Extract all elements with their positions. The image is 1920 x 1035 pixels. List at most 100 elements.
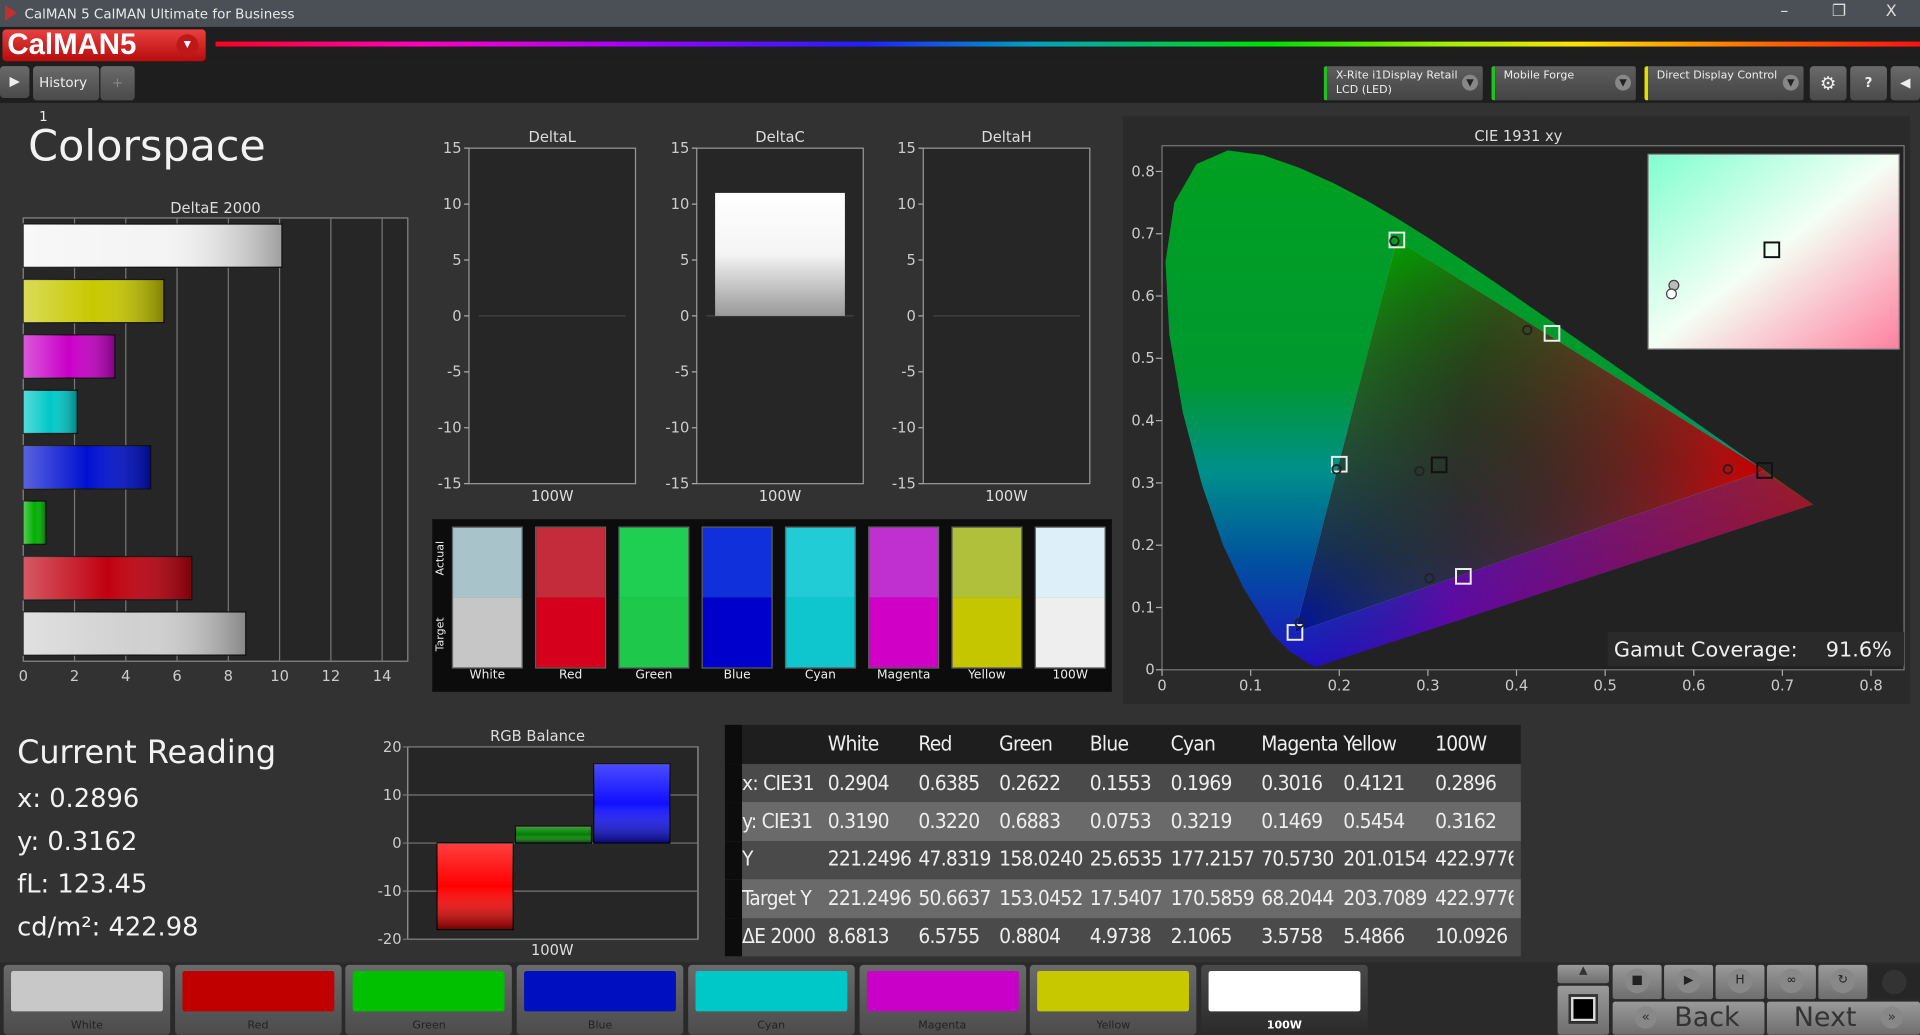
- actual-swatch: [702, 527, 772, 598]
- y-tick-label: -10: [892, 420, 916, 437]
- bar-shade: [23, 611, 246, 656]
- stop-square-icon: [1568, 994, 1598, 1024]
- deltac-chart: DeltaC 15 10 5 0 -5 -10 -15 100W: [665, 129, 864, 505]
- collapse-left-icon[interactable]: ◀: [1890, 66, 1920, 101]
- close-button[interactable]: X: [1886, 2, 1897, 20]
- table-cell: 0.1469: [1261, 809, 1323, 834]
- swatch-green[interactable]: [618, 526, 690, 669]
- calman-menu-button[interactable]: CalMAN5 ▼: [2, 29, 206, 62]
- patch-button-yellow[interactable]: Yellow: [1030, 964, 1197, 1035]
- play-icon[interactable]: ▶: [0, 66, 30, 98]
- help-icon[interactable]: ?: [1850, 66, 1887, 101]
- x-category-label: 100W: [531, 488, 574, 505]
- gear-icon[interactable]: ⚙: [1809, 66, 1847, 101]
- row-label: Y: [742, 847, 753, 873]
- patch-button-blue[interactable]: Blue: [516, 964, 684, 1035]
- x-tick-label: 10: [270, 668, 289, 685]
- cie-chart: CIE 1931 xy 0 0.1 0.2 0.3 0.4 0.5 0.6 0.7 0.8 0 0.1…: [1131, 128, 1905, 695]
- y-tick-label: -15: [438, 476, 462, 493]
- x-tick-label: 6: [172, 668, 181, 685]
- stop-measure-button[interactable]: [1557, 985, 1609, 1035]
- hold-button[interactable]: H: [1715, 964, 1765, 1000]
- chevron-down-icon: ▼: [1615, 74, 1632, 91]
- patch-label: Magenta: [918, 1020, 967, 1033]
- next-button[interactable]: Next »: [1766, 1001, 1920, 1035]
- swatch-blue[interactable]: [701, 526, 773, 669]
- table-cell: 0.2896: [1435, 771, 1497, 796]
- target-swatch: [952, 597, 1022, 668]
- reading-y: y: 0.3162: [17, 826, 138, 856]
- y-tick-label: -15: [892, 476, 916, 493]
- chart-title: DeltaL: [529, 129, 577, 146]
- next-label: Next: [1793, 1002, 1857, 1034]
- y-tick-label: -5: [675, 364, 690, 381]
- y-tick-label: 0.1: [1131, 599, 1154, 616]
- patch-color: [1208, 971, 1361, 1012]
- restore-button[interactable]: ❐: [1832, 2, 1846, 20]
- swatch-yellow[interactable]: [951, 526, 1023, 669]
- swatch-label: Cyan: [804, 668, 836, 683]
- bar-shade: [437, 843, 514, 930]
- table-cell: 10.0926: [1435, 924, 1508, 950]
- swatch-cyan[interactable]: [784, 526, 856, 669]
- inset-measured-marker: [1665, 288, 1677, 300]
- table-cell: 0.6883: [999, 809, 1061, 834]
- refresh-button[interactable]: ↻: [1818, 964, 1868, 1000]
- rainbow-bar: [215, 41, 1920, 47]
- up-icon[interactable]: ▲: [1557, 964, 1609, 984]
- table-cell: 203.7089: [1343, 886, 1427, 911]
- y-tick-label: 5: [680, 252, 689, 269]
- minimize-button[interactable]: –: [1780, 2, 1788, 20]
- patch-button-100w[interactable]: 100W: [1201, 964, 1368, 1035]
- back-label: Back: [1674, 1002, 1740, 1034]
- column-header: 100W: [1435, 732, 1487, 757]
- patch-button-green[interactable]: Green: [345, 964, 513, 1035]
- y-tick-label: 0.5: [1131, 350, 1154, 367]
- patch-button-cyan[interactable]: Cyan: [687, 964, 855, 1035]
- swatch-100w[interactable]: [1034, 526, 1106, 669]
- display-selector[interactable]: Direct Display Control ▼: [1644, 66, 1804, 101]
- x-category-label: 100W: [531, 942, 574, 959]
- loop-button[interactable]: ∞: [1766, 964, 1816, 1000]
- window-title: CalMAN 5 CalMAN Ultimate for Business: [24, 5, 295, 22]
- target-swatch: [619, 597, 689, 668]
- source-selector[interactable]: Mobile Forge ▼: [1491, 66, 1636, 101]
- x-tick-label: 12: [322, 668, 341, 685]
- x-category-label: 100W: [985, 488, 1028, 505]
- patch-button-magenta[interactable]: Magenta: [858, 964, 1026, 1035]
- swatch-magenta[interactable]: [868, 526, 940, 669]
- reading-fl: fL: 123.45: [17, 869, 148, 899]
- patch-color: [1037, 971, 1190, 1012]
- table-row: Y 221.2496 47.8319 158.0240 25.6535 177.2157 7…: [724, 840, 1521, 880]
- patch-color: [353, 971, 505, 1012]
- patch-button-white[interactable]: White: [3, 964, 171, 1035]
- meter-selector[interactable]: X-Rite i1Display Retail LCD (LED) ▼: [1323, 66, 1483, 101]
- y-tick-label: 0: [907, 308, 916, 325]
- swatch-white[interactable]: [451, 526, 523, 669]
- y-tick-label: 5: [452, 252, 461, 269]
- back-button[interactable]: « Back: [1612, 1001, 1765, 1035]
- bar-shade: [23, 501, 46, 545]
- swatch-red[interactable]: [535, 526, 607, 669]
- y-tick-label: -10: [665, 420, 689, 437]
- patch-button-red[interactable]: Red: [174, 964, 342, 1035]
- y-tick-label: 5: [907, 252, 916, 269]
- table-cell: 422.9776: [1435, 886, 1514, 911]
- y-tick-label: -15: [665, 476, 689, 493]
- row-label: ΔE 2000: [742, 924, 816, 950]
- play-button[interactable]: ▶: [1664, 964, 1714, 1000]
- table-cell: 0.3220: [918, 809, 980, 834]
- table-cell: 0.3016: [1261, 771, 1323, 796]
- tab-history-1[interactable]: History 1: [33, 66, 100, 125]
- table-cell: 4.9738: [1089, 924, 1152, 950]
- target-swatch: [453, 597, 522, 668]
- hold-icon: H: [1727, 968, 1753, 994]
- reading-x: x: 0.2896: [17, 783, 140, 814]
- y-tick-label: 0.7: [1131, 226, 1154, 243]
- patch-color: [182, 971, 334, 1012]
- stop-button[interactable]: ■: [1612, 964, 1662, 1000]
- add-tab-button[interactable]: +: [100, 66, 135, 101]
- y-tick-label: -5: [447, 364, 462, 381]
- patch-label: Green: [412, 1020, 446, 1033]
- title-bar: CalMAN 5 CalMAN Ultimate for Business – …: [0, 0, 1920, 27]
